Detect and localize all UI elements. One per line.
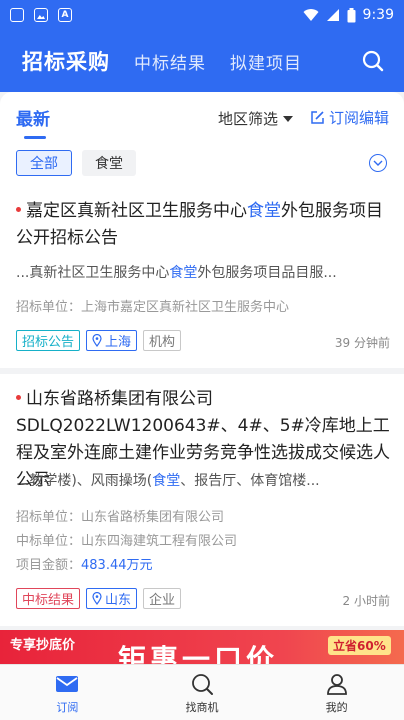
card-meta-winner: 中标单位：山东四海建筑工程有限公司 bbox=[16, 534, 238, 549]
card-tags: 招标公告 上海 机构 bbox=[16, 330, 182, 351]
location-pin-icon bbox=[92, 592, 102, 605]
tab-indicator bbox=[24, 136, 46, 139]
card-time: 39 分钟前 bbox=[334, 336, 390, 350]
unread-dot bbox=[16, 394, 21, 400]
edit-icon bbox=[311, 111, 324, 124]
tag-type: 招标公告 bbox=[16, 330, 81, 351]
wifi-icon bbox=[303, 9, 319, 21]
expand-chips-button[interactable] bbox=[369, 154, 387, 172]
chip-canteen[interactable]: 食堂 bbox=[82, 150, 136, 176]
tag-org-type: 企业 bbox=[143, 588, 182, 609]
card-time: 2 小时前 bbox=[342, 594, 390, 608]
card-snippet: ...真新社区卫生服务中心食堂外包服务项目品目服... bbox=[16, 265, 337, 281]
tab-bidding-procurement[interactable]: 招标采购 bbox=[22, 46, 110, 76]
nav-subscribe[interactable]: 订阅 bbox=[0, 665, 135, 720]
search-icon bbox=[192, 674, 213, 695]
card-title: 嘉定区真新社区卫生服务中心食堂外包服务项目公开招标公告 bbox=[16, 201, 383, 248]
region-filter-label: 地区筛选 bbox=[218, 110, 279, 128]
tab-proposed-projects[interactable]: 拟建项目 bbox=[230, 49, 302, 74]
tag-org-type: 机构 bbox=[143, 330, 182, 351]
card-tags: 中标结果 山东 企业 bbox=[16, 588, 182, 609]
chevron-down-icon bbox=[373, 160, 383, 166]
list-item[interactable]: 山东省路桥集团有限公司SDLQ2022LW1200643#、4#、5#冷库地上工… bbox=[0, 374, 404, 626]
region-filter[interactable]: 地区筛选 bbox=[218, 108, 294, 129]
subscribe-edit-label: 订阅编辑 bbox=[329, 109, 390, 127]
keyword-chips: 全部 食堂 bbox=[16, 150, 136, 176]
card-snippet: ...教学楼)、风雨操场(食堂、报告厅、体育馆楼... bbox=[16, 473, 320, 489]
signal-icon bbox=[326, 9, 339, 21]
status-bar: A 9:39 bbox=[0, 0, 404, 30]
location-pin-icon bbox=[92, 334, 102, 347]
subscribe-edit-button[interactable]: 订阅编辑 bbox=[310, 107, 389, 128]
caret-down-icon bbox=[283, 115, 294, 122]
banner-badge: 立省60% bbox=[328, 636, 391, 655]
tag-type: 中标结果 bbox=[16, 588, 81, 609]
bottom-nav: 订阅 找商机 我的 bbox=[0, 664, 404, 720]
status-time: 9:39 bbox=[362, 7, 394, 23]
mail-icon bbox=[56, 676, 79, 692]
tag-region: 山东 bbox=[86, 588, 138, 609]
nav-profile[interactable]: 我的 bbox=[269, 665, 404, 720]
tab-award-results[interactable]: 中标结果 bbox=[134, 49, 206, 74]
tab-latest[interactable]: 最新 bbox=[16, 105, 50, 130]
app-icon bbox=[10, 8, 24, 22]
user-icon bbox=[326, 674, 347, 695]
nav-find-opportunities[interactable]: 找商机 bbox=[135, 665, 270, 720]
unread-dot bbox=[16, 206, 21, 212]
list-item[interactable]: 嘉定区真新社区卫生服务中心食堂外包服务项目公开招标公告 ...真新社区卫生服务中… bbox=[0, 186, 404, 368]
card-meta-amount: 项目金额：483.44万元 bbox=[16, 558, 153, 573]
chip-all[interactable]: 全部 bbox=[16, 150, 72, 176]
card-meta-bidder: 招标单位：上海市嘉定区真新社区卫生服务中心 bbox=[16, 300, 290, 315]
tag-region: 上海 bbox=[86, 330, 138, 351]
card-meta-bidder: 招标单位：山东省路桥集团有限公司 bbox=[16, 510, 225, 525]
image-icon bbox=[34, 8, 48, 22]
search-icon[interactable] bbox=[360, 48, 386, 74]
banner-left-text: 专享抄底价 bbox=[10, 638, 76, 653]
font-app-icon: A bbox=[58, 8, 72, 22]
top-tab-bar: 招标采购 中标结果 拟建项目 bbox=[0, 30, 404, 92]
battery-icon bbox=[347, 7, 356, 22]
filter-panel: 最新 地区筛选 订阅编辑 全部 食堂 bbox=[0, 92, 404, 186]
